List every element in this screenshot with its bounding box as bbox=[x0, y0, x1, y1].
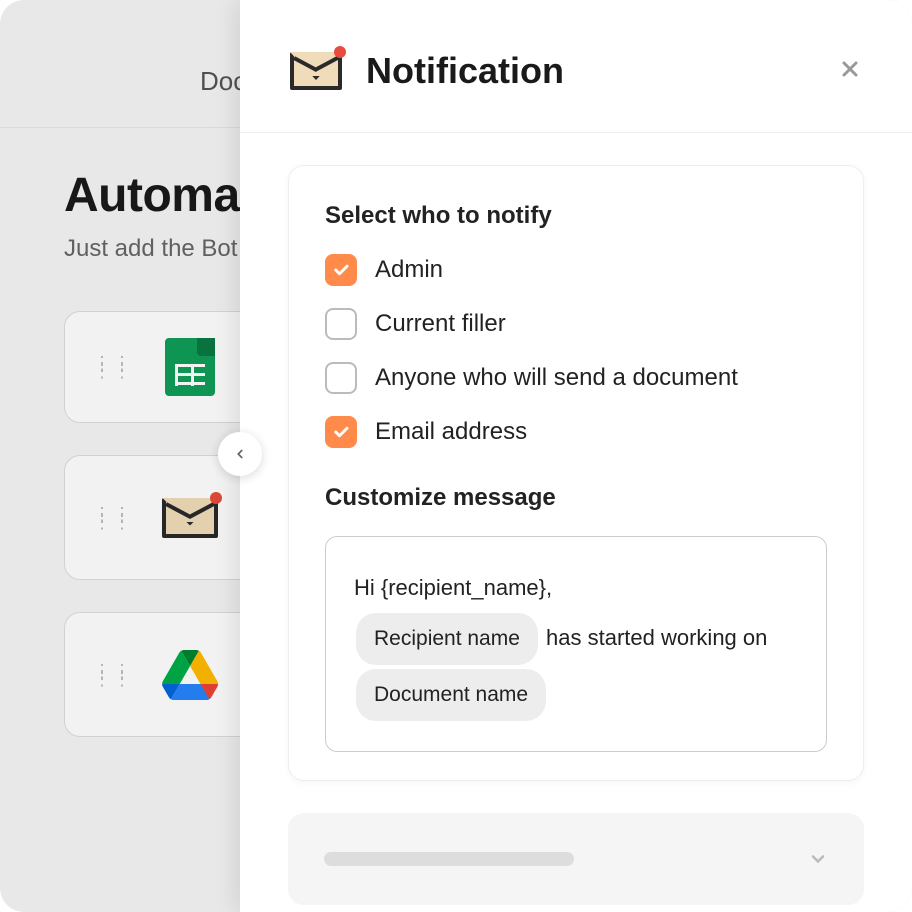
notify-option[interactable]: Email address bbox=[325, 416, 827, 448]
checkbox[interactable] bbox=[325, 416, 357, 448]
collapsed-section[interactable] bbox=[288, 813, 864, 905]
chevron-left-icon bbox=[233, 447, 247, 461]
message-line: Hi {recipient_name}, bbox=[354, 565, 798, 611]
notify-section-title: Select who to notify bbox=[325, 202, 827, 230]
checkbox-label: Admin bbox=[375, 256, 443, 284]
chevron-down-icon bbox=[808, 849, 828, 869]
notify-option[interactable]: Current filler bbox=[325, 308, 827, 340]
close-button[interactable] bbox=[838, 57, 862, 86]
message-editor[interactable]: Hi {recipient_name}, Recipient name has … bbox=[325, 536, 827, 752]
notify-option[interactable]: Admin bbox=[325, 254, 827, 286]
customize-section-title: Customize message bbox=[325, 484, 827, 512]
variable-pill[interactable]: Recipient name bbox=[356, 613, 538, 665]
skeleton-placeholder bbox=[324, 852, 574, 866]
checkbox-label: Anyone who will send a document bbox=[375, 364, 738, 392]
collapse-panel-button[interactable] bbox=[218, 432, 262, 476]
checkbox[interactable] bbox=[325, 362, 357, 394]
checkbox[interactable] bbox=[325, 308, 357, 340]
close-icon bbox=[838, 57, 862, 81]
message-text: has started working on bbox=[540, 625, 767, 650]
checkbox[interactable] bbox=[325, 254, 357, 286]
checkbox-label: Current filler bbox=[375, 310, 506, 338]
panel-title: Notification bbox=[366, 50, 814, 92]
variable-pill[interactable]: Document name bbox=[356, 669, 546, 721]
notify-option[interactable]: Anyone who will send a document bbox=[325, 362, 827, 394]
envelope-icon bbox=[290, 52, 342, 90]
checkbox-label: Email address bbox=[375, 418, 527, 446]
notification-panel: Notification Select who to notify Admin C… bbox=[240, 0, 912, 912]
